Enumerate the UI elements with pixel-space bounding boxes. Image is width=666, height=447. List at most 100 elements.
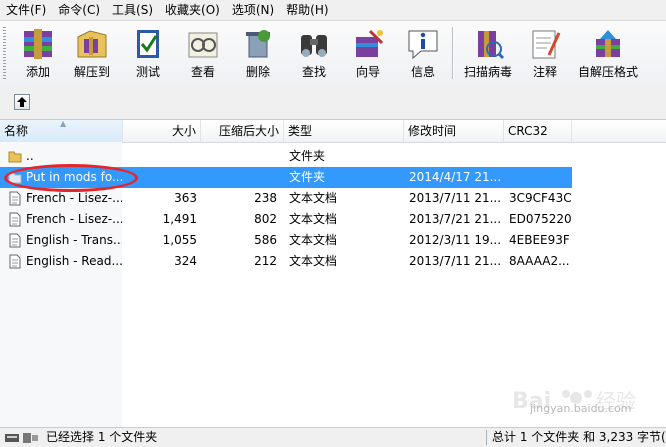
comment-label: 注释 bbox=[532, 65, 557, 79]
file-list[interactable]: ▲ 名称 大小 压缩后大小 类型 修改时间 CRC32 .. 文件夹 Put in … bbox=[0, 120, 666, 427]
column-header: ▲ 名称 大小 压缩后大小 类型 修改时间 CRC32 bbox=[0, 120, 666, 143]
cell-name: French - Lisez-... bbox=[26, 212, 122, 226]
comment-button[interactable]: 注释 bbox=[515, 23, 575, 83]
column-packed-size[interactable]: 压缩后大小 bbox=[201, 120, 284, 142]
cell-crc32 bbox=[509, 167, 571, 188]
up-folder-button[interactable] bbox=[14, 94, 30, 110]
watermark-url: jingyan.baidu.com bbox=[530, 402, 632, 415]
cell-size: 363 bbox=[174, 191, 197, 205]
comment-icon bbox=[532, 30, 561, 59]
test-icon bbox=[137, 30, 159, 58]
cell-packed-size: 238 bbox=[254, 191, 277, 205]
table-row[interactable]: .. 文件夹 bbox=[0, 146, 666, 167]
text-file-icon bbox=[9, 254, 21, 269]
status-divider bbox=[486, 430, 487, 445]
menu-options[interactable]: 选项(N) bbox=[226, 0, 280, 20]
cell-modified: 2013/7/11 21... bbox=[409, 254, 501, 268]
cell-size: 1,055 bbox=[162, 233, 197, 247]
menu-bar: 文件(F) 命令(C) 工具(S) 收藏夹(O) 选项(N) 帮助(H) bbox=[0, 0, 666, 20]
add-label: 添加 bbox=[25, 65, 50, 79]
extract-to-icon bbox=[77, 30, 107, 58]
cell-crc32: ED075220 bbox=[509, 212, 571, 226]
cell-size bbox=[123, 146, 197, 167]
wizard-button[interactable]: 向导 bbox=[338, 23, 398, 83]
menu-favorites[interactable]: 收藏夹(O) bbox=[159, 0, 226, 20]
cell-size: 324 bbox=[174, 254, 197, 268]
cell-type: 文件夹 bbox=[289, 149, 326, 163]
sort-ascending-icon: ▲ bbox=[60, 119, 67, 128]
status-selection: 已经选择 1 个文件夹 bbox=[46, 430, 158, 444]
toolbar: 添加 解压到 测试 查看 删除 查找 向导 信息 扫描病毒 注释 自解压格式 bbox=[0, 20, 666, 88]
column-modified[interactable]: 修改时间 bbox=[404, 120, 504, 142]
status-drive-icon bbox=[5, 433, 38, 443]
folder-icon bbox=[8, 172, 22, 184]
find-label: 查找 bbox=[301, 65, 326, 79]
text-file-icon bbox=[9, 212, 21, 227]
info-button[interactable]: 信息 bbox=[393, 23, 453, 83]
info-icon bbox=[408, 30, 438, 60]
cell-modified: 2014/4/17 21... bbox=[409, 170, 501, 184]
virus-scan-label: 扫描病毒 bbox=[463, 65, 512, 79]
virus-scan-button[interactable]: 扫描病毒 bbox=[458, 23, 518, 83]
menu-tools[interactable]: 工具(S) bbox=[106, 0, 159, 20]
cell-modified: 2012/3/11 19... bbox=[409, 233, 501, 247]
toolbar-grip[interactable] bbox=[3, 27, 6, 79]
cell-modified: 2013/7/21 21... bbox=[409, 212, 501, 226]
find-button[interactable]: 查找 bbox=[284, 23, 344, 83]
cell-crc32: 4EBEE93F bbox=[509, 233, 570, 247]
status-bar: 已经选择 1 个文件夹 总计 1 个文件夹 和 3,233 字节(4 bbox=[0, 427, 666, 447]
find-icon bbox=[301, 35, 327, 57]
sfx-button[interactable]: 自解压格式 bbox=[577, 23, 639, 83]
table-row[interactable]: French - Lisez-... 1,491 802 文本文档 2013/7/21 … bbox=[0, 209, 666, 230]
column-size[interactable]: 大小 bbox=[123, 120, 201, 142]
cell-name: French - Lisez-... bbox=[26, 191, 122, 205]
info-label: 信息 bbox=[410, 65, 435, 79]
menu-file[interactable]: 文件(F) bbox=[0, 0, 52, 20]
add-archive-icon bbox=[24, 29, 52, 59]
view-label: 查看 bbox=[190, 65, 215, 79]
cell-size bbox=[123, 167, 197, 188]
cell-packed-size: 212 bbox=[254, 254, 277, 268]
cell-name: English - Read... bbox=[26, 254, 122, 268]
delete-button[interactable]: 删除 bbox=[228, 23, 288, 83]
column-name[interactable]: ▲ 名称 bbox=[0, 120, 123, 142]
text-file-icon bbox=[9, 233, 21, 248]
cell-packed-size: 802 bbox=[254, 212, 277, 226]
cell-packed-size bbox=[201, 146, 277, 167]
cell-modified bbox=[409, 146, 501, 167]
column-crc32[interactable]: CRC32 bbox=[504, 120, 572, 142]
cell-packed-size: 586 bbox=[254, 233, 277, 247]
extract-to-label: 解压到 bbox=[73, 65, 110, 79]
menu-command[interactable]: 命令(C) bbox=[52, 0, 106, 20]
menu-help[interactable]: 帮助(H) bbox=[280, 0, 334, 20]
view-icon bbox=[188, 32, 218, 58]
cell-type: 文本文档 bbox=[289, 233, 338, 247]
toolbar-separator bbox=[452, 27, 454, 79]
cell-crc32: 8AAAA2... bbox=[509, 254, 570, 268]
status-total: 总计 1 个文件夹 和 3,233 字节(4 bbox=[492, 430, 666, 444]
cell-crc32: 3C9CF43C bbox=[509, 191, 571, 205]
wizard-label: 向导 bbox=[355, 65, 380, 79]
table-row[interactable]: English - Read... 324 212 文本文档 2013/7/11 21.… bbox=[0, 251, 666, 272]
virus-scan-icon bbox=[478, 31, 505, 60]
folder-icon bbox=[8, 151, 22, 163]
table-row[interactable]: Put in mods fo... 文件夹 2014/4/17 21... bbox=[0, 167, 666, 188]
view-button[interactable]: 查看 bbox=[173, 23, 233, 83]
add-button[interactable]: 添加 bbox=[8, 23, 68, 83]
wizard-icon bbox=[356, 29, 384, 57]
cell-packed-size bbox=[201, 167, 277, 188]
cell-type: 文件夹 bbox=[289, 170, 326, 184]
delete-icon bbox=[246, 30, 270, 58]
table-row[interactable]: English - Trans... 1,055 586 文本文档 2012/3/11 … bbox=[0, 230, 666, 251]
up-folder-icon bbox=[17, 97, 27, 107]
cell-type: 文本文档 bbox=[289, 254, 338, 268]
test-button[interactable]: 测试 bbox=[118, 23, 178, 83]
test-label: 测试 bbox=[135, 65, 160, 79]
column-type[interactable]: 类型 bbox=[284, 120, 404, 142]
table-row[interactable]: French - Lisez-... 363 238 文本文档 2013/7/11 21… bbox=[0, 188, 666, 209]
address-bar bbox=[0, 87, 666, 120]
cell-name: .. bbox=[26, 149, 34, 163]
extract-to-button[interactable]: 解压到 bbox=[62, 23, 122, 83]
text-file-icon bbox=[9, 191, 21, 206]
sfx-label: 自解压格式 bbox=[577, 65, 638, 79]
